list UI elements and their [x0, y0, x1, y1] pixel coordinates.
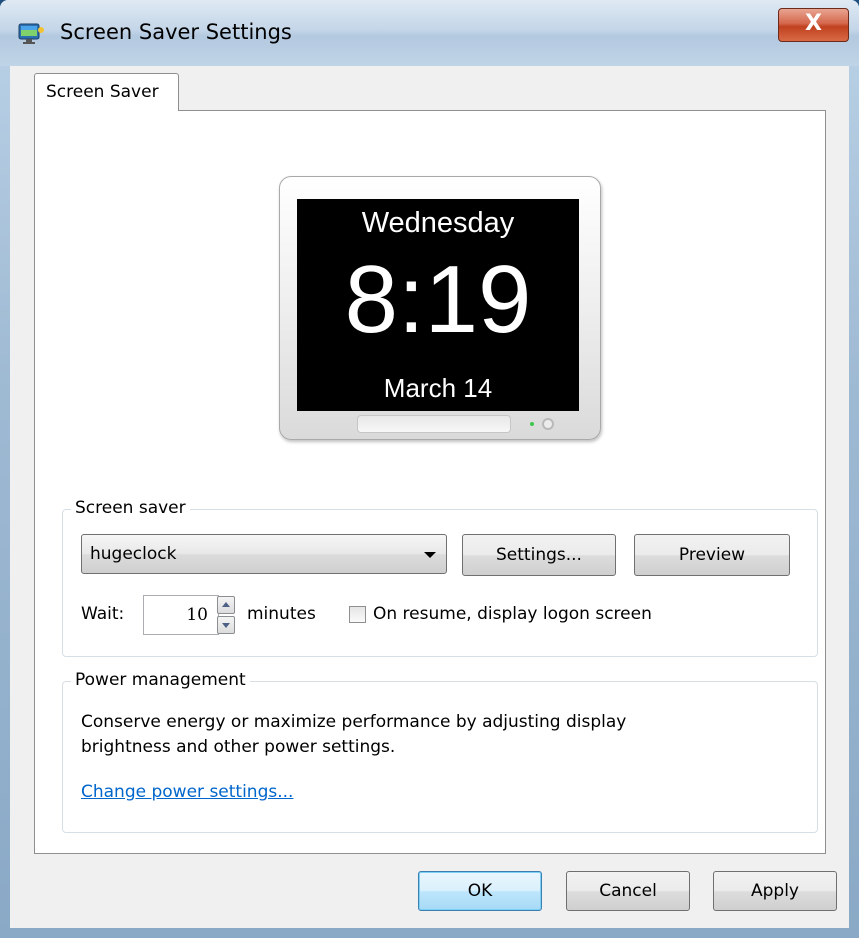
- spin-up-button[interactable]: [217, 596, 235, 614]
- client-area: Screen Saver Wednesday 8:19 March 14 Scr…: [10, 66, 849, 928]
- resume-logon-checkbox[interactable]: [349, 606, 366, 623]
- power-led-icon: [530, 422, 534, 426]
- minutes-label: minutes: [247, 604, 316, 624]
- tab-screen-saver[interactable]: Screen Saver: [34, 73, 179, 111]
- screen-saver-group: Screen saver hugeclock Settings... Previ…: [62, 498, 818, 657]
- screen-saver-app-icon: [18, 23, 44, 44]
- ok-button[interactable]: OK: [418, 871, 542, 911]
- power-management-group: Power management Conserve energy or maxi…: [62, 670, 818, 833]
- cancel-button[interactable]: Cancel: [566, 871, 690, 911]
- spin-down-icon: [222, 623, 230, 628]
- monitor-preview: Wednesday 8:19 March 14: [279, 176, 601, 440]
- monitor-power-icon: [542, 418, 554, 430]
- screen-saver-selected: hugeclock: [90, 544, 177, 564]
- dialog-window: Screen Saver Settings X Screen Saver Wed…: [0, 0, 859, 938]
- change-power-settings-link[interactable]: Change power settings...: [81, 782, 293, 802]
- preview-date: March 14: [383, 373, 493, 403]
- window-title: Screen Saver Settings: [60, 20, 292, 44]
- chevron-down-icon: [424, 552, 436, 558]
- wait-minutes-input[interactable]: 10: [143, 595, 219, 635]
- wait-spinner: [217, 596, 235, 634]
- monitor-bezel-panel: [357, 415, 511, 433]
- preview-time: 8:19: [344, 246, 532, 353]
- screen-saver-group-label: Screen saver: [71, 498, 190, 518]
- preview-screen: Wednesday 8:19 March 14: [297, 199, 579, 411]
- resume-logon-label[interactable]: On resume, display logon screen: [373, 604, 652, 624]
- close-button[interactable]: X: [778, 8, 849, 42]
- apply-button[interactable]: Apply: [713, 871, 837, 911]
- power-management-group-label: Power management: [71, 670, 250, 690]
- preview-button[interactable]: Preview: [634, 534, 790, 576]
- screen-saver-select[interactable]: hugeclock: [81, 534, 447, 574]
- title-bar[interactable]: Screen Saver Settings X: [0, 0, 859, 66]
- spin-up-icon: [222, 602, 230, 607]
- tab-page: Wednesday 8:19 March 14 Screen saver hug…: [34, 110, 826, 854]
- wait-label: Wait:: [81, 604, 125, 624]
- spin-down-button[interactable]: [217, 616, 235, 634]
- preview-day: Wednesday: [361, 207, 515, 239]
- power-description: Conserve energy or maximize performance …: [81, 712, 627, 757]
- settings-button[interactable]: Settings...: [462, 534, 616, 576]
